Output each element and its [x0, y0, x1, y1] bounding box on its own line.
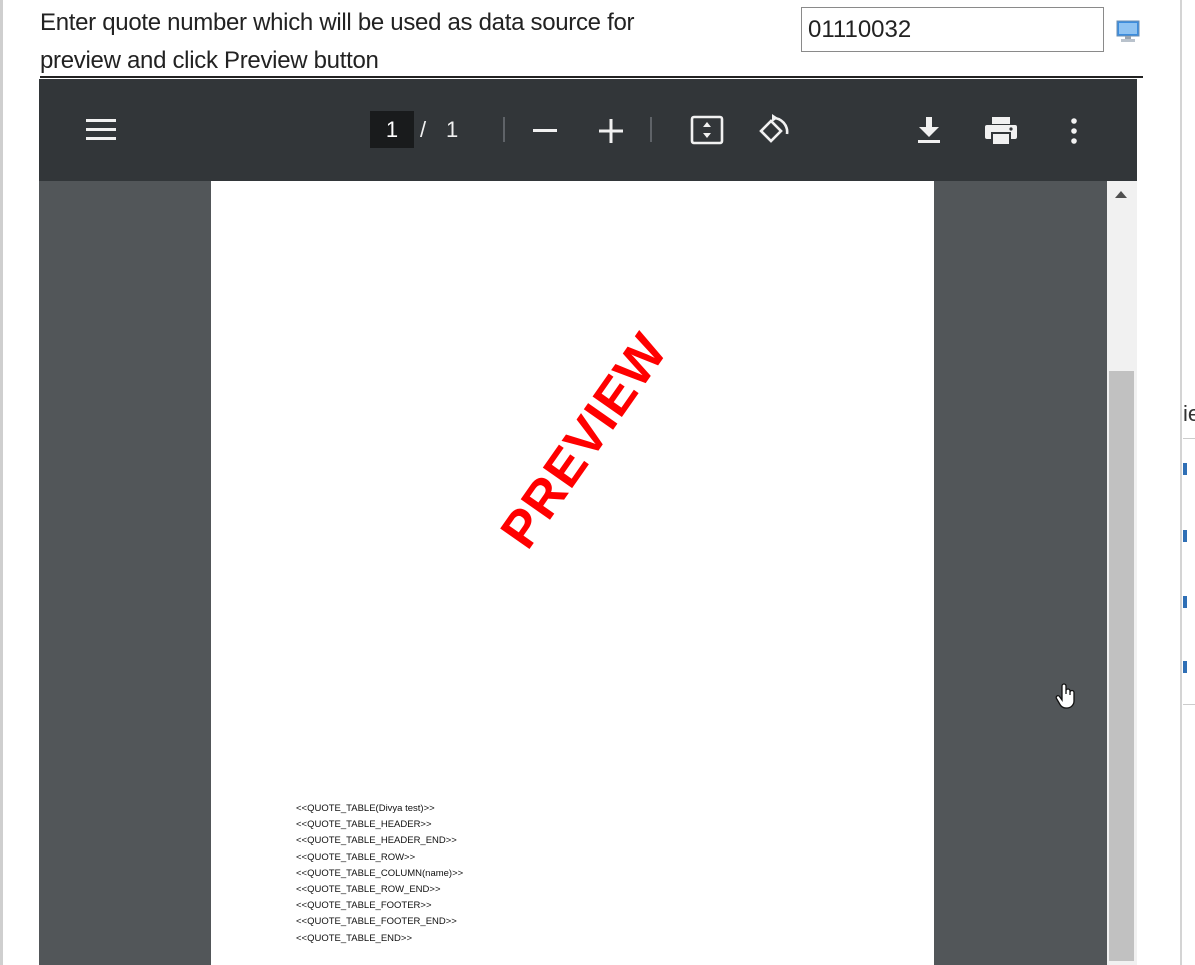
monitor-icon: [1116, 20, 1140, 42]
hand-cursor-icon: [1054, 682, 1078, 710]
instruction-line-1: Enter quote number which will be used as…: [40, 9, 635, 36]
list-marker: [1183, 530, 1187, 542]
hamburger-menu-icon[interactable]: [85, 117, 117, 143]
template-placeholder-list: <<QUOTE_TABLE(Divya test)>> <<QUOTE_TABL…: [296, 801, 463, 947]
template-line: <<QUOTE_TABLE_FOOTER>>: [296, 900, 432, 912]
pdf-toolbar: 1 / 1: [39, 79, 1137, 181]
toolbar-divider: [650, 117, 652, 142]
top-divider: [40, 76, 1143, 78]
template-line: <<QUOTE_TABLE_HEADER>>: [296, 819, 432, 831]
divider: [1183, 704, 1195, 705]
left-frame-border: [0, 0, 3, 965]
total-pages: 1: [446, 117, 459, 142]
preview-button[interactable]: [1116, 18, 1140, 44]
download-icon: [918, 117, 940, 143]
preview-watermark: PREVIEW: [489, 323, 679, 559]
current-page-input[interactable]: 1: [370, 111, 414, 148]
right-frame-border: [1180, 0, 1182, 965]
print-button[interactable]: [984, 116, 1018, 146]
fit-to-page-button[interactable]: [690, 115, 724, 145]
template-line: <<QUOTE_TABLE_ROW>>: [296, 851, 416, 863]
pdf-page: PREVIEW <<QUOTE_TABLE(Divya test)>> <<QU…: [211, 181, 934, 965]
pdf-viewer: 1 / 1 PREVIEW <<QUOTE_TABLE(Divya test)>…: [39, 79, 1137, 965]
rotate-button[interactable]: [755, 114, 791, 148]
more-vertical-icon: [1071, 118, 1077, 144]
print-icon: [985, 117, 1017, 146]
scroll-up-arrow-icon[interactable]: [1115, 191, 1127, 198]
fit-to-page-icon: [690, 115, 724, 145]
toolbar-divider: [503, 117, 505, 142]
zoom-out-button[interactable]: [532, 119, 558, 143]
more-options-button[interactable]: [1069, 117, 1079, 145]
rotate-icon: [759, 114, 789, 143]
download-button[interactable]: [916, 115, 942, 145]
template-line: <<QUOTE_TABLE_COLUMN(name)>>: [296, 867, 464, 879]
vertical-scrollbar[interactable]: [1107, 181, 1137, 965]
page-separator: /: [420, 117, 427, 142]
instruction-line-2: preview and click Preview button: [40, 47, 379, 74]
list-marker: [1183, 661, 1187, 673]
list-marker: [1183, 463, 1187, 475]
template-line: <<QUOTE_TABLE(Divya test)>>: [296, 803, 435, 814]
quote-number-input[interactable]: [801, 7, 1104, 52]
instruction-text: Enter quote number which will be used as…: [40, 4, 760, 80]
zoom-in-button[interactable]: [598, 118, 624, 144]
divider: [1183, 438, 1195, 439]
scrollbar-thumb[interactable]: [1109, 371, 1134, 961]
template-line: <<QUOTE_TABLE_ROW_END>>: [296, 884, 441, 896]
template-line: <<QUOTE_TABLE_HEADER_END>>: [296, 835, 457, 847]
plus-icon: [599, 119, 623, 143]
list-marker: [1183, 596, 1187, 608]
background-panel-fragment: ie: [1183, 0, 1195, 965]
template-line: <<QUOTE_TABLE_END>>: [296, 932, 412, 944]
minus-icon: [533, 129, 557, 132]
template-line: <<QUOTE_TABLE_FOOTER_END>>: [296, 916, 457, 928]
background-heading-fragment: ie: [1183, 401, 1195, 426]
